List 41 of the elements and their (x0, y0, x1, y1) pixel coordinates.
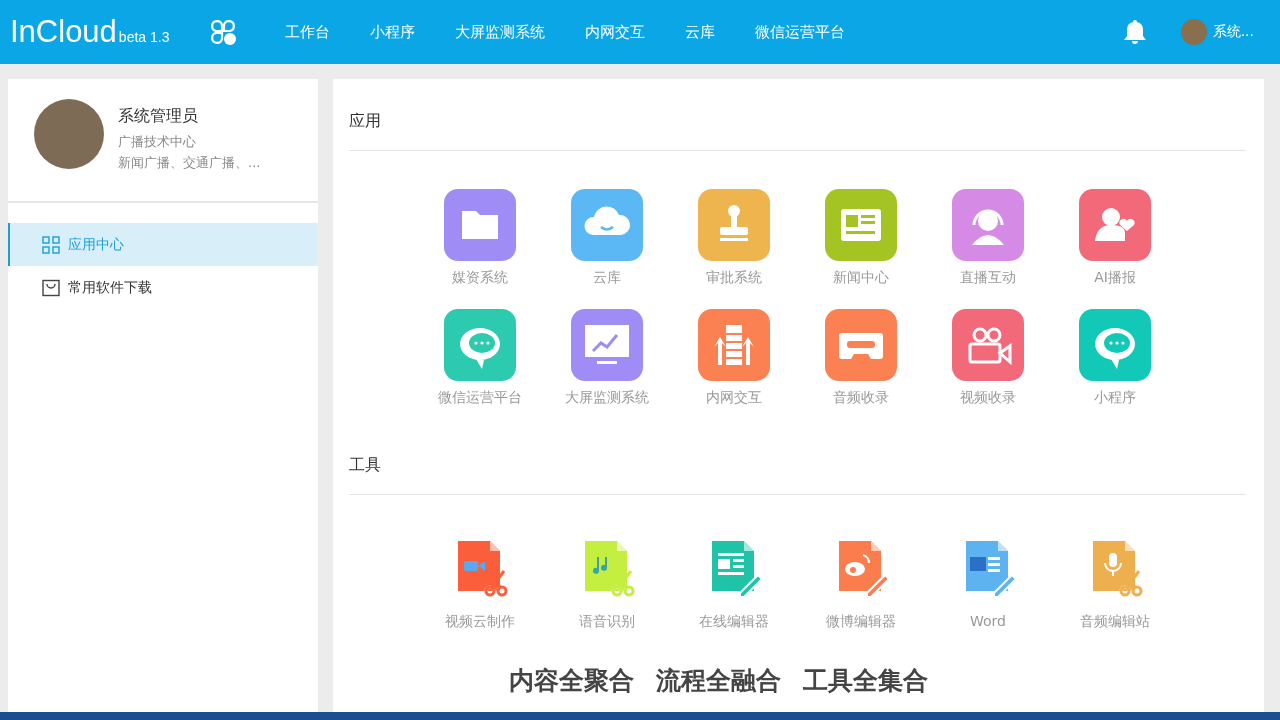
user-menu[interactable]: 系统... (1180, 19, 1254, 45)
app-tile[interactable]: 媒资系统 (416, 189, 544, 287)
nav-link[interactable]: 云库 (665, 22, 736, 42)
grid-icon (42, 235, 60, 254)
nav-link[interactable]: 大屏监测系统 (435, 22, 566, 42)
logo[interactable]: InCloud beta 1.3 (10, 14, 170, 50)
app-tile[interactable]: 内网交互 (670, 309, 798, 407)
app-tile[interactable]: 大屏监测系统 (543, 309, 671, 407)
channels-text: 新闻广播、交通广播、... (118, 154, 261, 172)
app-tile[interactable]: Word (924, 539, 1052, 631)
app-tile[interactable]: 微博编辑器 (797, 539, 925, 631)
app-tile[interactable]: 审批系统 (670, 189, 798, 287)
slogan-text: 工具全集合 (803, 665, 928, 697)
app-tile[interactable]: 微信运营平台 (416, 309, 544, 407)
app-tile[interactable]: 云库 (543, 189, 671, 287)
app-tile[interactable]: 音频编辑站 (1051, 539, 1179, 631)
app-tile[interactable]: 在线编辑器 (670, 539, 798, 631)
app-tile[interactable]: 语音识别 (543, 539, 671, 631)
nav-link[interactable]: 小程序 (350, 22, 436, 42)
bag-icon (42, 278, 60, 297)
app-tile[interactable]: 直播互动 (924, 189, 1052, 287)
slogan-text: 内容全聚合 (509, 665, 634, 697)
section-title: 应用 (349, 111, 1246, 151)
app-tile[interactable]: 音频收录 (797, 309, 925, 407)
department-text: 广播技术中心 (118, 133, 197, 151)
user-name: 系统管理员 (118, 106, 199, 127)
app-tile[interactable]: 视频云制作 (416, 539, 544, 631)
clover-icon[interactable] (209, 18, 238, 46)
nav-link[interactable]: 微信运营平台 (735, 22, 866, 42)
sidebar-item[interactable]: 应用中心 (8, 223, 318, 266)
app-tile[interactable]: AI播报 (1051, 189, 1179, 287)
app-tile[interactable]: 新闻中心 (797, 189, 925, 287)
nav-link[interactable]: 工作台 (265, 22, 351, 42)
slogan-text: 流程全融合 (656, 665, 781, 697)
app-tile[interactable]: 小程序 (1051, 309, 1179, 407)
section-title: 工具 (349, 455, 1246, 495)
bell-icon[interactable] (1122, 19, 1147, 45)
avatar (1180, 19, 1207, 45)
app-tile[interactable]: 视频收录 (924, 309, 1052, 407)
nav-link[interactable]: 内网交互 (565, 22, 666, 42)
sidebar-item[interactable]: 常用软件下载 (8, 266, 318, 309)
